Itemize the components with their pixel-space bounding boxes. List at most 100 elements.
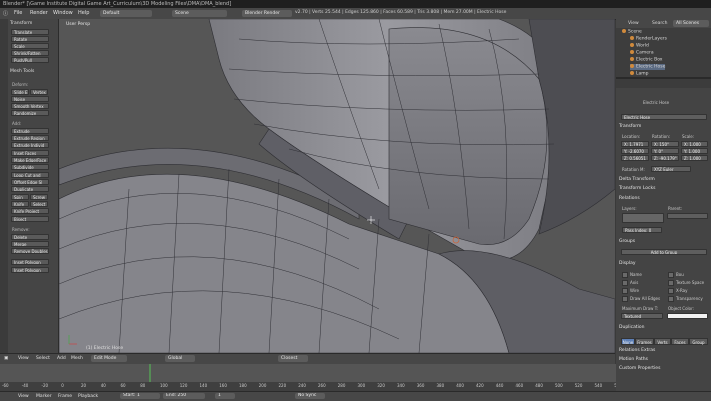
editor-type-icon-3d[interactable]: ▣ — [4, 356, 8, 361]
groups-header[interactable]: Groups — [619, 239, 635, 244]
relations-extras-header[interactable]: Relations Extras — [619, 348, 655, 353]
menu-select[interactable]: Select — [36, 356, 50, 361]
slide-vertex-button[interactable]: Vertex — [30, 89, 48, 95]
snap-target-select[interactable]: Closest — [278, 355, 308, 362]
outliner-item-world[interactable]: World — [630, 43, 649, 49]
slide-edge-button[interactable]: Slide E — [11, 89, 29, 95]
display-header[interactable]: Display — [619, 261, 636, 266]
screen-layout-select[interactable]: Default — [100, 10, 152, 17]
merge-button[interactable]: Merge — [11, 241, 49, 247]
dup-group-tab[interactable]: Group — [689, 338, 708, 345]
scene-select[interactable]: Scene — [172, 10, 227, 17]
outliner-search-menu[interactable]: Search — [652, 21, 667, 26]
menu-window[interactable]: Window — [53, 10, 73, 16]
dup-frames-tab[interactable]: Frames — [635, 338, 654, 345]
object-color-swatch[interactable] — [667, 313, 708, 319]
inset-polygon-button-2[interactable]: Inset Polygon — [11, 267, 49, 273]
parent-field[interactable] — [667, 213, 708, 219]
outliner[interactable] — [616, 19, 711, 79]
motion-paths-header[interactable]: Motion Paths — [619, 357, 648, 362]
show-name-checkbox[interactable]: Name — [622, 272, 642, 278]
menu-file[interactable]: File — [14, 10, 22, 16]
randomize-button[interactable]: Randomize — [11, 110, 49, 116]
loop-cut-button[interactable]: Loop Cut and — [11, 172, 49, 178]
dup-verts-tab[interactable]: Verts — [654, 338, 671, 345]
outliner-item-electric-box[interactable]: Electric Box — [630, 57, 662, 63]
outliner-item-electric-hose[interactable]: Electric Hose — [630, 64, 666, 70]
translate-button[interactable]: Translate — [11, 29, 49, 35]
mesh-tools-header[interactable]: Mesh Tools — [10, 69, 34, 74]
tl-menu-playback[interactable]: Playback — [78, 394, 98, 399]
knife-button[interactable]: Knife — [11, 201, 29, 207]
duplication-header[interactable]: Duplication — [619, 325, 645, 330]
show-wire-checkbox[interactable]: Wire — [622, 288, 639, 294]
x-ray-checkbox[interactable]: X-Ray — [668, 288, 688, 294]
tl-menu-marker[interactable]: Marker — [36, 394, 52, 399]
outliner-display-select[interactable]: All Scenes — [673, 20, 709, 27]
rotation-mode-select[interactable]: XYZ Euler — [651, 166, 691, 172]
push-pull-button[interactable]: Push/Pull — [11, 57, 49, 63]
smooth-vertex-button[interactable]: Smooth Vertex — [11, 103, 49, 109]
scale-button[interactable]: Scale — [11, 43, 49, 49]
outliner-item-scene[interactable]: Scene — [622, 29, 642, 35]
pass-index-field[interactable]: Pass Index: 0 — [622, 227, 662, 233]
relations-header[interactable]: Relations — [619, 196, 640, 201]
outliner-item-renderlayers[interactable]: RenderLayers — [630, 36, 667, 42]
draw-all-edges-checkbox[interactable]: Draw All Edges — [622, 296, 660, 302]
knife-select-button[interactable]: Select — [30, 201, 48, 207]
subdivide-button[interactable]: Subdivide — [11, 164, 49, 170]
end-frame-field[interactable]: End: 250 — [163, 393, 205, 399]
custom-properties-header[interactable]: Custom Properties — [619, 366, 660, 371]
max-draw-type-select[interactable]: Textured — [621, 313, 663, 319]
current-frame-field[interactable]: 1 — [215, 393, 235, 399]
tl-menu-frame[interactable]: Frame — [58, 394, 72, 399]
outliner-view-menu[interactable]: View — [628, 21, 639, 26]
screw-button[interactable]: Screw — [30, 194, 48, 200]
scale-y-field[interactable]: Y: 1.000 — [681, 148, 708, 154]
add-to-group-button[interactable]: Add to Group — [621, 249, 707, 255]
outliner-item-lamp[interactable]: Lamp — [630, 71, 649, 77]
shrink-fatten-button[interactable]: Shrink/Fatten — [11, 50, 49, 56]
mesh-wireframe-view[interactable] — [59, 19, 615, 353]
transform-section-header[interactable]: Transform — [619, 124, 641, 129]
show-bounds-checkbox[interactable]: Bou — [668, 272, 684, 278]
knife-project-button[interactable]: Knife Project — [11, 208, 49, 214]
inset-faces-button[interactable]: Inset Faces — [11, 150, 49, 156]
tl-menu-view[interactable]: View — [18, 394, 29, 399]
menu-view[interactable]: View — [18, 356, 29, 361]
editor-type-icon[interactable]: ⓘ — [3, 10, 8, 17]
noise-button[interactable]: Noise — [11, 96, 49, 102]
texture-space-checkbox[interactable]: Texture Space — [668, 280, 704, 286]
transform-orientation-select[interactable]: Global — [165, 355, 195, 362]
delete-button[interactable]: Delete — [11, 234, 49, 240]
scale-x-field[interactable]: X: 1.000 — [681, 141, 708, 147]
transform-locks-header[interactable]: Transform Locks — [619, 186, 655, 191]
rotate-button[interactable]: Rotate — [11, 36, 49, 42]
spin-button[interactable]: Spin — [11, 194, 29, 200]
tool-shelf-tabs[interactable] — [0, 19, 8, 353]
extrude-button[interactable]: Extrude — [11, 128, 49, 134]
mode-select[interactable]: Edit Mode — [91, 355, 127, 362]
scale-z-field[interactable]: Z: 1.000 — [681, 155, 708, 161]
menu-help[interactable]: Help — [78, 10, 89, 16]
object-name-field[interactable]: Electric Hose — [621, 114, 707, 120]
rotation-z-field[interactable]: Z: -90.179° — [651, 155, 679, 161]
transparency-checkbox[interactable]: Transparency — [668, 296, 703, 302]
inset-polygon-button[interactable]: Inset Polygon — [11, 259, 49, 265]
offset-edge-slide-button[interactable]: Offset Edge Sl — [11, 179, 49, 185]
rotation-x-field[interactable]: X: 150° — [651, 141, 679, 147]
3d-viewport[interactable] — [59, 19, 615, 353]
dup-none-tab[interactable]: None — [621, 338, 635, 345]
dup-faces-tab[interactable]: Faces — [671, 338, 689, 345]
extrude-region-button[interactable]: Extrude Region — [11, 135, 49, 141]
render-engine-select[interactable]: Blender Render — [242, 10, 292, 17]
menu-mesh[interactable]: Mesh — [71, 356, 83, 361]
show-axis-checkbox[interactable]: Axis — [622, 280, 638, 286]
duplicate-button[interactable]: Duplicate — [11, 186, 49, 192]
bisect-button[interactable]: Bisect — [11, 216, 49, 222]
start-frame-field[interactable]: Start: 1 — [120, 393, 160, 399]
menu-add[interactable]: Add — [57, 356, 66, 361]
rotation-y-field[interactable]: Y: 0° — [651, 148, 679, 154]
location-x-field[interactable]: X: 1.7971 — [621, 141, 649, 147]
sync-mode-select[interactable]: No Sync — [295, 393, 325, 399]
